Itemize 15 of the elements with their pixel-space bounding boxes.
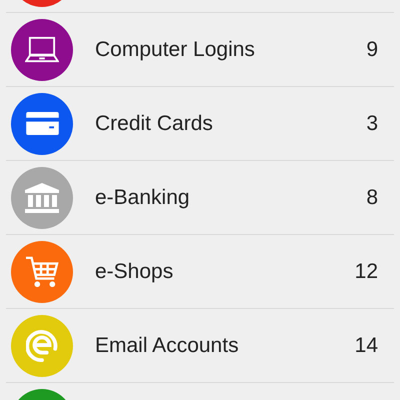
email-icon xyxy=(26,330,58,362)
credit-card-icon xyxy=(26,112,58,135)
bank-icon xyxy=(25,182,59,212)
shopping-cart-icon xyxy=(25,256,59,288)
entry-count: 14 xyxy=(354,334,378,358)
category-name[interactable]: Credit Cards xyxy=(95,112,366,136)
entry-count: 12 xyxy=(354,260,378,284)
category-name[interactable]: Email Accounts xyxy=(95,334,355,358)
laptop-icon xyxy=(25,36,59,64)
entry-count: 9 xyxy=(366,38,378,62)
entry-count: 3 xyxy=(366,112,378,136)
category-name[interactable]: e-Banking xyxy=(95,186,366,210)
category-name[interactable]: e-Shops xyxy=(95,260,355,284)
category-name[interactable]: Computer Logins xyxy=(95,38,366,62)
entry-count: 8 xyxy=(366,186,378,210)
